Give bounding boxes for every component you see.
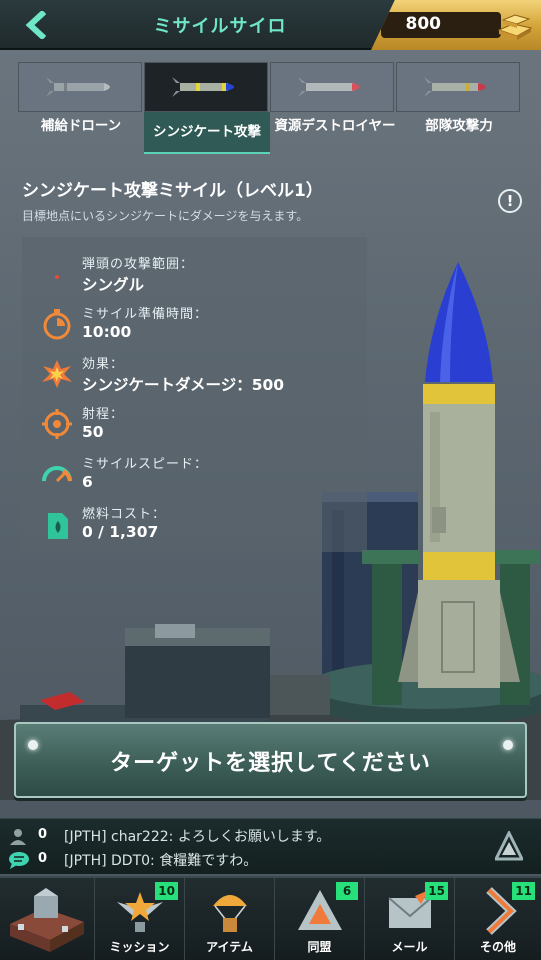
tab-label-resource-destroyer: 資源デストロイヤー: [274, 118, 396, 134]
stat-warhead-range: 弾頭の攻撃範囲： シングル: [22, 247, 367, 297]
select-target-label: ターゲットを選択してください: [110, 751, 431, 776]
badge-count: 10: [155, 882, 178, 900]
nav-label: その他: [479, 940, 516, 954]
badge-count: 11: [512, 882, 535, 900]
badge-count: 6: [336, 882, 358, 900]
tab-troop-attack[interactable]: [396, 62, 520, 112]
tab-label-troop-attack: 部隊攻撃力: [425, 118, 493, 134]
target-icon: [42, 409, 72, 439]
user-icon: [10, 829, 26, 845]
stat-fuel-cost: 燃料コスト： 0 / 1,307: [22, 497, 367, 547]
explosion-icon: [42, 360, 72, 388]
nav-label: アイテム: [206, 940, 253, 954]
missile-crimson-icon: [424, 77, 486, 97]
info-button[interactable]: !: [498, 189, 522, 213]
alliance-chat-icon[interactable]: [495, 831, 523, 861]
missile-red-icon: [298, 77, 360, 97]
tab-label-syndicate-attack: シンジケート攻撃: [144, 112, 270, 154]
stats-panel: 弾頭の攻撃範囲： シングル ミサイル準備時間： 10:00 効果： シンジケート…: [22, 237, 367, 552]
missile-gray-icon: [46, 77, 110, 97]
stopwatch-icon: [43, 309, 71, 340]
crosshair-small-icon: [55, 275, 59, 279]
nav-mail[interactable]: 15 メール: [364, 878, 454, 960]
missile-title: シンジケート攻撃ミサイル（レベル1）: [22, 181, 323, 201]
rocket-illustration: [398, 262, 520, 688]
chat-row: 0 [JPTH] DDT0: 食糧難ですわ。: [8, 849, 488, 871]
parachute-crate-icon: [213, 895, 247, 932]
stat-label: ミサイル準備時間：: [82, 307, 209, 322]
nav-alliance[interactable]: 6 同盟: [274, 878, 364, 960]
tab-label-supply-drone: 補給ドローン: [40, 118, 122, 134]
stat-label: ミサイルスピード：: [82, 457, 209, 472]
nav-missions[interactable]: 10 ミッション: [94, 878, 184, 960]
stat-value: シンジケートダメージ：500: [82, 376, 285, 394]
gold-inner: [381, 12, 501, 38]
tab-syndicate-attack[interactable]: [144, 62, 268, 112]
select-target-button[interactable]: ターゲットを選択してください: [14, 722, 527, 798]
stat-range: 射程： 50: [22, 397, 367, 447]
nav-label: ミッション: [109, 940, 170, 954]
missile-blue-icon: [172, 77, 234, 97]
stat-value: 10:00: [82, 323, 132, 341]
stat-label: 弾頭の攻撃範囲：: [82, 257, 195, 272]
bottom-nav: 10 ミッション アイテム 6 同盟 15 メール 11 その他: [0, 876, 541, 960]
stat-value: シングル: [82, 276, 145, 294]
base-building-icon: [10, 888, 84, 952]
stat-label: 効果：: [82, 357, 125, 372]
nav-label: メール: [391, 940, 428, 954]
tab-supply-drone[interactable]: [18, 62, 142, 112]
stat-prep-time: ミサイル準備時間： 10:00: [22, 297, 367, 347]
nav-label: 同盟: [307, 940, 332, 954]
top-bar: ミサイルサイロ 800: [0, 0, 541, 50]
stat-value: 0 / 1,307: [82, 523, 159, 541]
page-title: ミサイルサイロ: [153, 16, 287, 37]
chat-count: 0: [38, 851, 48, 866]
speedometer-icon: [42, 466, 72, 483]
gold-bars-icon: [497, 14, 533, 40]
gold-counter[interactable]: 800: [371, 0, 541, 50]
missile-tabs: 補給ドローン シンジケート攻撃 資源デストロイヤー 部隊攻撃力: [18, 62, 523, 154]
stat-value: 6: [82, 473, 93, 491]
gold-value: 800: [405, 14, 442, 34]
chat-bubble-icon: [9, 852, 29, 869]
fuel-can-icon: [48, 513, 68, 539]
stat-value: 50: [82, 423, 104, 441]
chat-count: 0: [38, 827, 48, 842]
nav-more[interactable]: 11 その他: [454, 878, 541, 960]
missile-description: 目標地点にいるシンジケートにダメージを与えます。: [22, 209, 309, 223]
chat-row: 0 [JPTH] char222: よろしくお願いします。: [8, 825, 488, 847]
tab-resource-destroyer[interactable]: [270, 62, 394, 112]
stat-label: 射程：: [82, 407, 125, 422]
nav-base[interactable]: [0, 878, 94, 960]
stat-label: 燃料コスト：: [82, 507, 167, 522]
stat-missile-speed: ミサイルスピード： 6: [22, 447, 367, 497]
chat-panel[interactable]: 0 [JPTH] char222: よろしくお願いします。 0 [JPTH] D…: [0, 818, 541, 874]
chat-message: [JPTH] char222: よろしくお願いします。: [64, 829, 331, 845]
nav-items[interactable]: アイテム: [184, 878, 274, 960]
chat-message: [JPTH] DDT0: 食糧難ですわ。: [64, 853, 258, 869]
badge-count: 15: [425, 882, 448, 900]
stat-effect: 効果： シンジケートダメージ：500: [22, 347, 367, 397]
